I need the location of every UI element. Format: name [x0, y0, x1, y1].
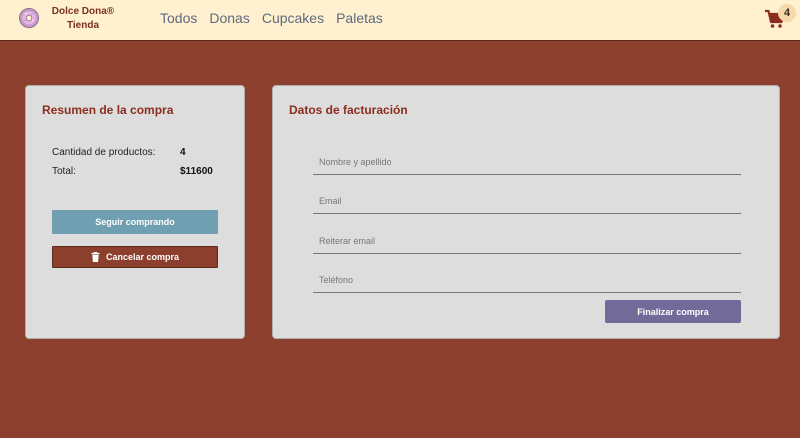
billing-card: Datos de facturación Finalizar compra [272, 85, 780, 339]
email-input[interactable] [313, 188, 741, 213]
billing-title: Datos de facturación [289, 103, 408, 117]
continue-shopping-label: Seguir comprando [95, 217, 175, 227]
phone-input[interactable] [313, 267, 741, 292]
continue-shopping-button[interactable]: Seguir comprando [52, 210, 218, 234]
cancel-purchase-button[interactable]: Cancelar compra [52, 246, 218, 268]
finish-purchase-button[interactable]: Finalizar compra [605, 300, 741, 323]
order-summary-title: Resumen de la compra [42, 103, 174, 117]
phone-field [313, 267, 741, 293]
email-confirm-field [313, 228, 741, 254]
main-nav: Todos Donas Cupcakes Paletas [160, 9, 383, 27]
order-summary-card: Resumen de la compra Cantidad de product… [25, 85, 245, 339]
email-field [313, 188, 741, 214]
products-count-value: 4 [180, 147, 186, 158]
brand-subtitle: Tienda [66, 20, 100, 31]
nav-link-paletas[interactable]: Paletas [336, 9, 383, 27]
nav-link-donas[interactable]: Donas [209, 9, 249, 27]
nav-link-todos[interactable]: Todos [160, 9, 197, 27]
cart-count-badge: 4 [778, 4, 796, 22]
name-field [313, 149, 741, 175]
navbar: Dolce Dona® Tienda Todos Donas Cupcakes … [0, 0, 800, 41]
nav-link-cupcakes[interactable]: Cupcakes [262, 9, 324, 27]
brand-title: Dolce Dona® [51, 6, 115, 17]
name-input[interactable] [313, 149, 741, 174]
donut-logo-icon[interactable] [18, 7, 40, 29]
finish-purchase-label: Finalizar compra [637, 306, 709, 317]
total-label: Total: [52, 166, 76, 177]
brand-name[interactable]: Dolce Dona® Tienda [50, 5, 116, 33]
products-count-label: Cantidad de productos: [52, 147, 156, 158]
email-confirm-input[interactable] [313, 228, 741, 253]
total-value: $11600 [180, 166, 213, 177]
cancel-purchase-label: Cancelar compra [105, 252, 180, 262]
trash-icon [91, 252, 100, 262]
